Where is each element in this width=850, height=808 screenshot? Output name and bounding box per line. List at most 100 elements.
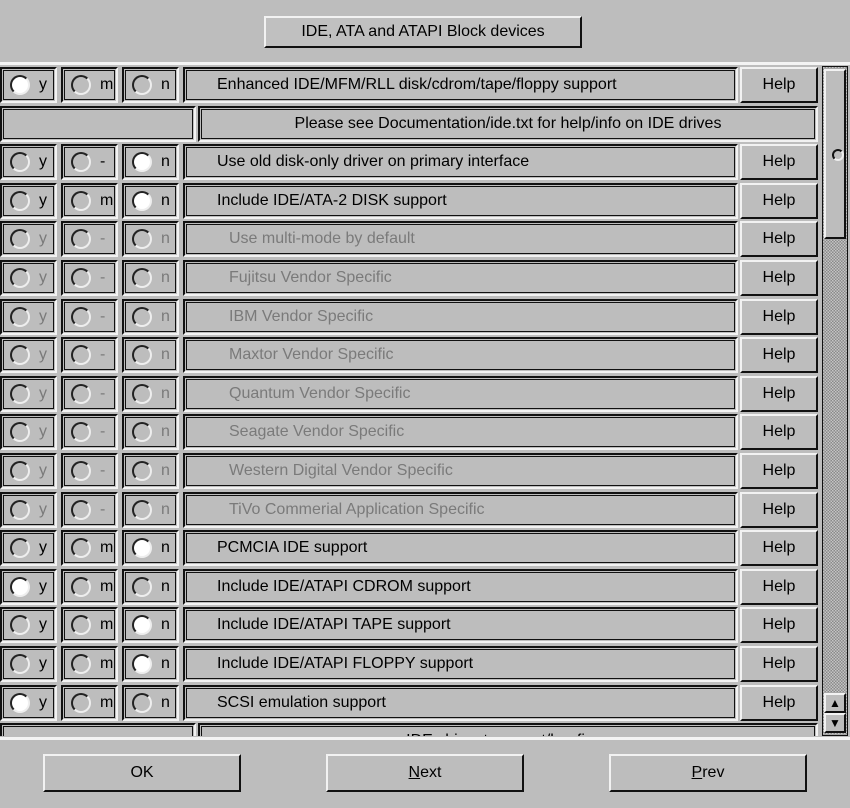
- radio-y[interactable]: y: [0, 144, 57, 181]
- scrollbar-thumb[interactable]: [824, 69, 846, 239]
- radio-n[interactable]: n: [122, 144, 179, 181]
- section-title-button[interactable]: IDE, ATA and ATAPI Block devices: [264, 16, 582, 48]
- option-prompt: Fujitsu Vendor Specific: [183, 260, 738, 296]
- radio-y[interactable]: y: [0, 607, 57, 644]
- radio-n[interactable]: n: [122, 684, 179, 721]
- radio-circle-icon: [71, 345, 91, 366]
- help-button[interactable]: Help: [740, 491, 818, 528]
- next-button[interactable]: Next: [326, 754, 524, 792]
- option-row: y - n Fujitsu Vendor Specific Help: [0, 259, 822, 297]
- help-button[interactable]: Help: [740, 260, 818, 296]
- radio-circle-icon: [132, 499, 152, 520]
- radio-n[interactable]: n: [122, 182, 179, 219]
- help-button[interactable]: Help: [740, 684, 818, 721]
- radio-label: m: [100, 539, 114, 557]
- prev-button[interactable]: Prev: [609, 754, 807, 792]
- option-row: y - n Western Digital Vendor Specific Help: [0, 452, 822, 490]
- radio-n[interactable]: n: [122, 646, 179, 682]
- radio-m[interactable]: m: [61, 182, 118, 219]
- radio-label: n: [161, 76, 170, 93]
- radio-circle-icon: [132, 615, 152, 636]
- radio-y: y: [0, 453, 57, 489]
- radio-label: n: [161, 539, 170, 557]
- radio-m: -: [61, 491, 118, 528]
- scroll-up-button[interactable]: ▲: [824, 693, 846, 713]
- radio-circle-icon: [71, 692, 91, 713]
- radio-y[interactable]: y: [0, 646, 57, 682]
- radio-circle-icon: [71, 190, 91, 211]
- radio-y: y: [0, 375, 57, 412]
- radio-circle-icon: [132, 75, 152, 95]
- radio-n[interactable]: n: [122, 607, 179, 644]
- radio-m[interactable]: m: [61, 607, 118, 644]
- option-row: y - n Seagate Vendor Specific Help: [0, 413, 822, 451]
- option-row: y m n Include IDE/ATAPI TAPE support Help: [0, 606, 822, 644]
- help-button[interactable]: Help: [740, 530, 818, 567]
- radio-label: m: [100, 655, 114, 672]
- next-button-label: Next: [408, 764, 442, 781]
- radio-y: y: [0, 414, 57, 451]
- radio-n: n: [122, 375, 179, 412]
- help-button[interactable]: Help: [740, 298, 818, 335]
- radio-circle-icon: [71, 576, 91, 597]
- help-button[interactable]: Help: [740, 453, 818, 489]
- radio-circle-icon: [132, 306, 152, 327]
- radio-circle-icon: [132, 345, 152, 366]
- radio-circle-icon: [10, 654, 30, 674]
- radio-m[interactable]: m: [61, 684, 118, 721]
- radio-label: y: [39, 269, 47, 286]
- help-button[interactable]: Help: [740, 337, 818, 374]
- help-button[interactable]: Help: [740, 414, 818, 451]
- radio-label: n: [161, 462, 170, 479]
- option-prompt: PCMCIA IDE support: [183, 530, 738, 567]
- radio-m: -: [61, 221, 118, 258]
- radio-n[interactable]: n: [122, 530, 179, 567]
- option-row: y m n PCMCIA IDE support Help: [0, 529, 822, 567]
- scroll-down-button[interactable]: ▼: [824, 713, 846, 733]
- help-button[interactable]: Help: [740, 144, 818, 181]
- radio-y: y: [0, 221, 57, 258]
- radio-m[interactable]: m: [61, 530, 118, 567]
- radio-n[interactable]: n: [122, 67, 179, 103]
- radio-circle-icon: [10, 461, 30, 481]
- radio-label: n: [161, 616, 170, 634]
- radio-label: y: [39, 539, 47, 557]
- radio-label: y: [39, 230, 47, 248]
- option-row: y - n Use old disk-only driver on primary i…: [0, 143, 822, 181]
- radio-circle-icon: [10, 190, 30, 211]
- help-button[interactable]: Help: [740, 221, 818, 258]
- radio-label: n: [161, 346, 170, 364]
- radio-y[interactable]: y: [0, 182, 57, 219]
- vertical-scrollbar[interactable]: ▲ ▼: [822, 66, 848, 736]
- radio-m[interactable]: m: [61, 568, 118, 605]
- radio-n[interactable]: n: [122, 568, 179, 605]
- option-prompt: Maxtor Vendor Specific: [183, 337, 738, 374]
- help-button[interactable]: Help: [740, 67, 818, 103]
- help-button[interactable]: Help: [740, 607, 818, 644]
- radio-circle-icon: [132, 422, 152, 443]
- radio-m[interactable]: m: [61, 646, 118, 682]
- help-button[interactable]: Help: [740, 568, 818, 605]
- ok-button[interactable]: OK: [43, 754, 241, 792]
- radio-label: n: [161, 577, 170, 595]
- radio-circle-icon: [71, 615, 91, 636]
- radio-y: y: [0, 298, 57, 335]
- radio-y[interactable]: y: [0, 568, 57, 605]
- help-button[interactable]: Help: [740, 375, 818, 412]
- radio-m[interactable]: -: [61, 144, 118, 181]
- prev-button-label: Prev: [691, 764, 725, 781]
- radio-y[interactable]: y: [0, 530, 57, 567]
- option-prompt: Western Digital Vendor Specific: [183, 453, 738, 489]
- scrollbar-grip-icon: [832, 149, 844, 161]
- radio-circle-icon: [10, 499, 30, 520]
- bottom-separator: [0, 737, 850, 740]
- help-button[interactable]: Help: [740, 646, 818, 682]
- radio-y[interactable]: y: [0, 67, 57, 103]
- radio-m[interactable]: m: [61, 67, 118, 103]
- comment-row: Please see Documentation/ide.txt for hel…: [0, 105, 822, 143]
- radio-m: -: [61, 298, 118, 335]
- radio-label: y: [39, 346, 47, 364]
- radio-y[interactable]: y: [0, 684, 57, 721]
- help-button[interactable]: Help: [740, 182, 818, 219]
- radio-circle-icon: [10, 422, 30, 443]
